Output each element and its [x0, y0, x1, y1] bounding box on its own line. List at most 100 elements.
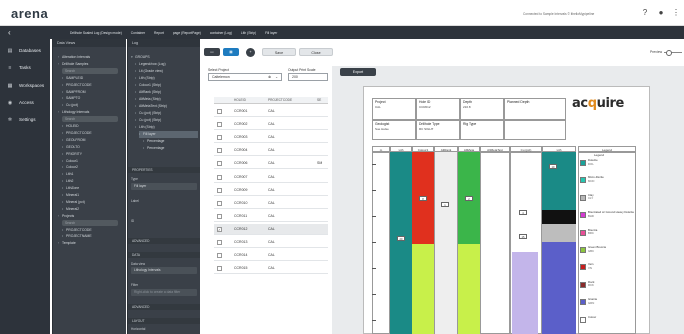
tree-item[interactable]: • Mineral2: [62, 206, 122, 213]
row-checkbox[interactable]: [217, 253, 222, 259]
table-row[interactable]: ✓ CCR012 CAL: [214, 223, 328, 235]
tree-item[interactable]: • GEOLTO: [62, 144, 122, 151]
select-project-dropdown[interactable]: Caltelemon ⊗ ⌄: [208, 73, 282, 81]
log-tree-item[interactable]: • Lit (Grade view): [135, 68, 198, 75]
row-checkbox[interactable]: ✓: [217, 226, 222, 232]
sidebar-item-databases[interactable]: ▤ Databases: [0, 45, 50, 56]
tree-item[interactable]: • PRIORITY: [62, 151, 122, 158]
tree-item[interactable]: • SAMPLEID: [62, 75, 122, 82]
log-tree-item[interactable]: ▾ GROUPS: [131, 54, 198, 61]
tree-item[interactable]: • Lith1: [62, 171, 122, 178]
column-header[interactable]: HOLEID: [234, 97, 246, 104]
tree-item[interactable]: • Mineral (pct): [62, 199, 122, 206]
sidebar-item-settings[interactable]: ✲ Settings: [0, 114, 50, 125]
row-checkbox[interactable]: [217, 148, 222, 154]
tree-item[interactable]: • PROJECTCODE: [62, 82, 122, 89]
tree-item[interactable]: › Lithology Intervals: [58, 109, 122, 116]
row-checkbox[interactable]: [217, 109, 222, 114]
breadcrumb-item[interactable]: container (Log): [210, 31, 232, 35]
log-tree-item[interactable]: • Lith (Strip): [135, 75, 198, 82]
row-checkbox[interactable]: [217, 174, 222, 180]
search-input[interactable]: Search: [62, 67, 118, 74]
log-tree-item[interactable]: • Cu (pct) (Strip): [135, 110, 198, 117]
breadcrumb-item[interactable]: Container: [131, 31, 145, 35]
log-tree-item[interactable]: • Percentage: [143, 145, 198, 152]
search-input[interactable]: Search: [62, 116, 118, 123]
sidebar-item-tasks[interactable]: ≡ Tasks: [0, 62, 50, 73]
tree-item[interactable]: • SAMPTO: [62, 95, 122, 102]
zoom-slider-handle[interactable]: [666, 49, 672, 56]
table-row[interactable]: CCR004 CAL: [214, 145, 328, 157]
add-icon[interactable]: +: [246, 48, 255, 57]
tree-item[interactable]: • SAMPFROM: [62, 89, 122, 96]
column-header[interactable]: PROJECTCODE: [268, 97, 292, 104]
advanced-section-2[interactable]: ADVANCED: [128, 304, 200, 310]
help-icon[interactable]: ?: [640, 8, 650, 18]
chevron-left-icon[interactable]: ‹: [8, 28, 11, 37]
breadcrumb-item[interactable]: page (ReportPage): [173, 31, 201, 35]
log-tree-item[interactable]: • Colour1 (Strip): [135, 82, 198, 89]
menu-icon[interactable]: ⋮: [671, 8, 681, 18]
log-tree-item[interactable]: • Percentage: [143, 138, 198, 145]
table-row[interactable]: CCR003 CAL: [214, 132, 328, 144]
log-tree-item[interactable]: • Cu (pct) (Strip): [135, 117, 198, 124]
breadcrumb-item[interactable]: Lith (Strip): [241, 31, 256, 35]
table-row[interactable]: CCR006 CAL SM: [214, 158, 328, 170]
clear-icon[interactable]: ⊗: [268, 74, 271, 81]
properties-section[interactable]: PROPERTIES: [128, 167, 200, 173]
chevron-down-icon[interactable]: ⌄: [275, 74, 278, 81]
table-row[interactable]: CCR007 CAL: [214, 172, 328, 183]
type-select[interactable]: Fill layer: [131, 183, 197, 190]
tree-item[interactable]: › Drillhole Samples: [58, 61, 122, 68]
table-row[interactable]: CCR015 CAL: [214, 263, 328, 275]
advanced-section[interactable]: ADVANCED: [128, 238, 200, 244]
close-button[interactable]: Close: [299, 48, 333, 56]
tree-item[interactable]: › Alteration Intervals: [58, 54, 122, 61]
log-tree-item[interactable]: • Legend/row (Log): [135, 61, 198, 68]
sidebar-item-access[interactable]: ◉ Access: [0, 97, 50, 108]
data-section[interactable]: DATA: [128, 252, 200, 258]
table-row[interactable]: CCR014 CAL: [214, 250, 328, 262]
breadcrumb-item[interactable]: Fill layer: [265, 31, 277, 35]
column-header[interactable]: SE: [317, 97, 321, 104]
log-tree-item[interactable]: • AltMetaText (Strip): [135, 103, 198, 110]
tree-item[interactable]: • PROJECTNAME: [62, 233, 122, 240]
row-checkbox[interactable]: [217, 122, 222, 128]
log-tree-item[interactable]: • AltRank (Strip): [135, 89, 198, 96]
data-view-select[interactable]: Lithology Intervals: [131, 267, 197, 274]
tree-item[interactable]: • PROJECTCODE: [62, 130, 122, 137]
row-checkbox[interactable]: [217, 161, 222, 167]
user-icon[interactable]: ●: [656, 8, 666, 18]
row-checkbox[interactable]: [217, 266, 222, 272]
tree-item[interactable]: › Projects: [58, 213, 122, 220]
table-row[interactable]: CCR011 CAL: [214, 211, 328, 222]
tree-item[interactable]: • Lith2: [62, 178, 122, 185]
sidebar-item-workspaces[interactable]: ▦ Workspaces: [0, 80, 50, 91]
table-row[interactable]: CCR002 CAL: [214, 119, 328, 131]
search-input[interactable]: Search: [62, 219, 118, 226]
tree-item[interactable]: • Mineral1: [62, 192, 122, 199]
row-checkbox[interactable]: [217, 213, 222, 219]
table-row[interactable]: CCR013 CAL: [214, 237, 328, 248]
grid-view-button[interactable]: ▭: [204, 48, 220, 56]
row-checkbox[interactable]: [217, 187, 222, 193]
table-row[interactable]: CCR001 CAL: [214, 106, 328, 117]
breadcrumb-item[interactable]: Report: [154, 31, 164, 35]
breadcrumb-item[interactable]: Drillhole Scaled Log (Design mode): [70, 31, 122, 35]
tree-item[interactable]: › Template: [58, 240, 122, 247]
row-checkbox[interactable]: [217, 135, 222, 141]
log-tree-item[interactable]: • Fill layer: [139, 131, 198, 138]
table-row[interactable]: CCR010 CAL: [214, 198, 328, 209]
row-checkbox[interactable]: [217, 200, 222, 206]
tree-item[interactable]: • Colour1: [62, 158, 122, 165]
log-tree-item[interactable]: • Lith (Strip): [135, 124, 198, 131]
export-button[interactable]: Export: [340, 68, 376, 76]
print-scale-input[interactable]: 200: [288, 73, 328, 81]
tree-item[interactable]: • Cu (pct): [62, 102, 122, 109]
log-tree-item[interactable]: • AltMeta (Strip): [135, 96, 198, 103]
filter-input[interactable]: Right-click to create a data filter: [131, 289, 197, 296]
tree-item[interactable]: • GEOLFROM: [62, 137, 122, 144]
save-button[interactable]: Save: [262, 48, 296, 56]
tree-item[interactable]: • PROJECTCODE: [62, 227, 122, 234]
tree-item[interactable]: • HOLEID: [62, 123, 122, 130]
